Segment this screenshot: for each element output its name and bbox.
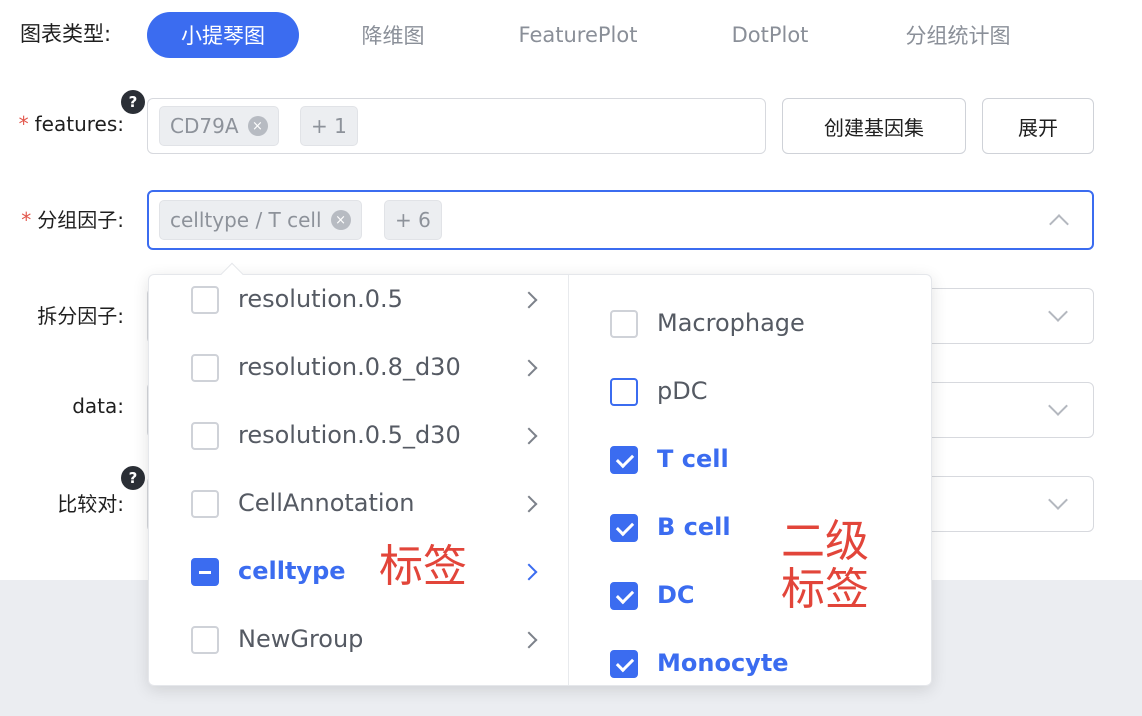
features-label: * features:: [8, 112, 124, 136]
chart-type-label: 图表类型:: [20, 22, 112, 46]
expand-button[interactable]: 展开: [982, 98, 1094, 154]
level2-label: B cell: [657, 513, 731, 541]
create-gene-set-button[interactable]: 创建基因集: [782, 98, 966, 154]
cascader-dropdown: resolution.0.5 resolution.0.8_d30 resolu…: [148, 274, 932, 686]
chevron-right-icon: [520, 563, 538, 581]
checkbox[interactable]: [191, 490, 219, 518]
level1-label: resolution.0.5_d30: [238, 421, 461, 449]
annotation-level1: 标签: [379, 541, 467, 592]
chevron-right-icon: [520, 427, 538, 445]
feature-tag-text: CD79A: [170, 114, 239, 138]
chevron-right-icon: [520, 291, 538, 309]
checkbox[interactable]: [191, 354, 219, 382]
chevron-down-icon[interactable]: [1048, 302, 1068, 322]
level1-label: resolution.0.8_d30: [238, 353, 461, 381]
tag-close-icon[interactable]: ×: [247, 116, 268, 136]
features-help-icon[interactable]: ?: [121, 90, 145, 114]
level1-label: CellAnnotation: [238, 489, 415, 517]
annotation-level2-line1: 二级: [781, 516, 869, 567]
level2-label: Monocyte: [657, 649, 789, 677]
level2-label: T cell: [657, 445, 729, 473]
group-factor-label-text: 分组因子:: [37, 208, 124, 232]
data-label: data:: [72, 394, 124, 418]
split-factor-label: 拆分因子:: [37, 304, 124, 328]
checkbox-checked[interactable]: [610, 582, 638, 610]
compare-help-icon[interactable]: ?: [121, 466, 145, 490]
level2-label: DC: [657, 581, 695, 609]
checkbox[interactable]: [191, 626, 219, 654]
required-mark: *: [18, 112, 29, 136]
level1-label: celltype: [238, 557, 346, 585]
level2-label: pDC: [657, 377, 708, 405]
level1-label: NewGroup: [238, 625, 364, 653]
required-mark: *: [21, 208, 32, 232]
annotation-level2-line2: 标签: [781, 564, 869, 615]
group-factor-select[interactable]: celltype / T cell × + 6: [147, 190, 1094, 250]
chevron-right-icon: [520, 495, 538, 513]
tab-group-stats[interactable]: 分组统计图: [882, 12, 1034, 58]
checkbox[interactable]: [610, 378, 638, 406]
chevron-up-icon[interactable]: [1049, 214, 1069, 234]
group-tag-text: celltype / T cell: [170, 208, 322, 232]
chevron-right-icon: [520, 631, 538, 649]
checkbox-checked[interactable]: [610, 446, 638, 474]
level2-label: Macrophage: [657, 309, 805, 337]
level1-label: resolution.0.5: [238, 285, 403, 313]
chevron-down-icon[interactable]: [1048, 490, 1068, 510]
tab-dimred[interactable]: 降维图: [340, 12, 446, 58]
tab-featureplot[interactable]: FeaturePlot: [500, 12, 656, 58]
group-factor-label: * 分组因子:: [0, 204, 124, 233]
column-divider: [568, 275, 569, 685]
tag-close-icon[interactable]: ×: [330, 210, 351, 230]
tab-violin[interactable]: 小提琴图: [147, 12, 299, 58]
features-select[interactable]: CD79A × + 1: [147, 98, 766, 154]
group-more-count: + 6: [384, 200, 442, 240]
checkbox[interactable]: [191, 422, 219, 450]
tab-dotplot[interactable]: DotPlot: [710, 12, 830, 58]
chevron-right-icon: [520, 359, 538, 377]
compare-pairs-label: 比较对:: [57, 492, 124, 516]
chevron-down-icon[interactable]: [1048, 396, 1068, 416]
checkbox-checked[interactable]: [610, 650, 638, 678]
checkbox[interactable]: [610, 310, 638, 338]
checkbox-indeterminate[interactable]: [191, 558, 219, 586]
feature-more-count: + 1: [300, 106, 358, 146]
features-label-text: features:: [34, 112, 124, 136]
checkbox[interactable]: [191, 286, 219, 314]
checkbox-checked[interactable]: [610, 514, 638, 542]
feature-tag: CD79A ×: [159, 106, 279, 146]
group-tag: celltype / T cell ×: [159, 200, 362, 240]
